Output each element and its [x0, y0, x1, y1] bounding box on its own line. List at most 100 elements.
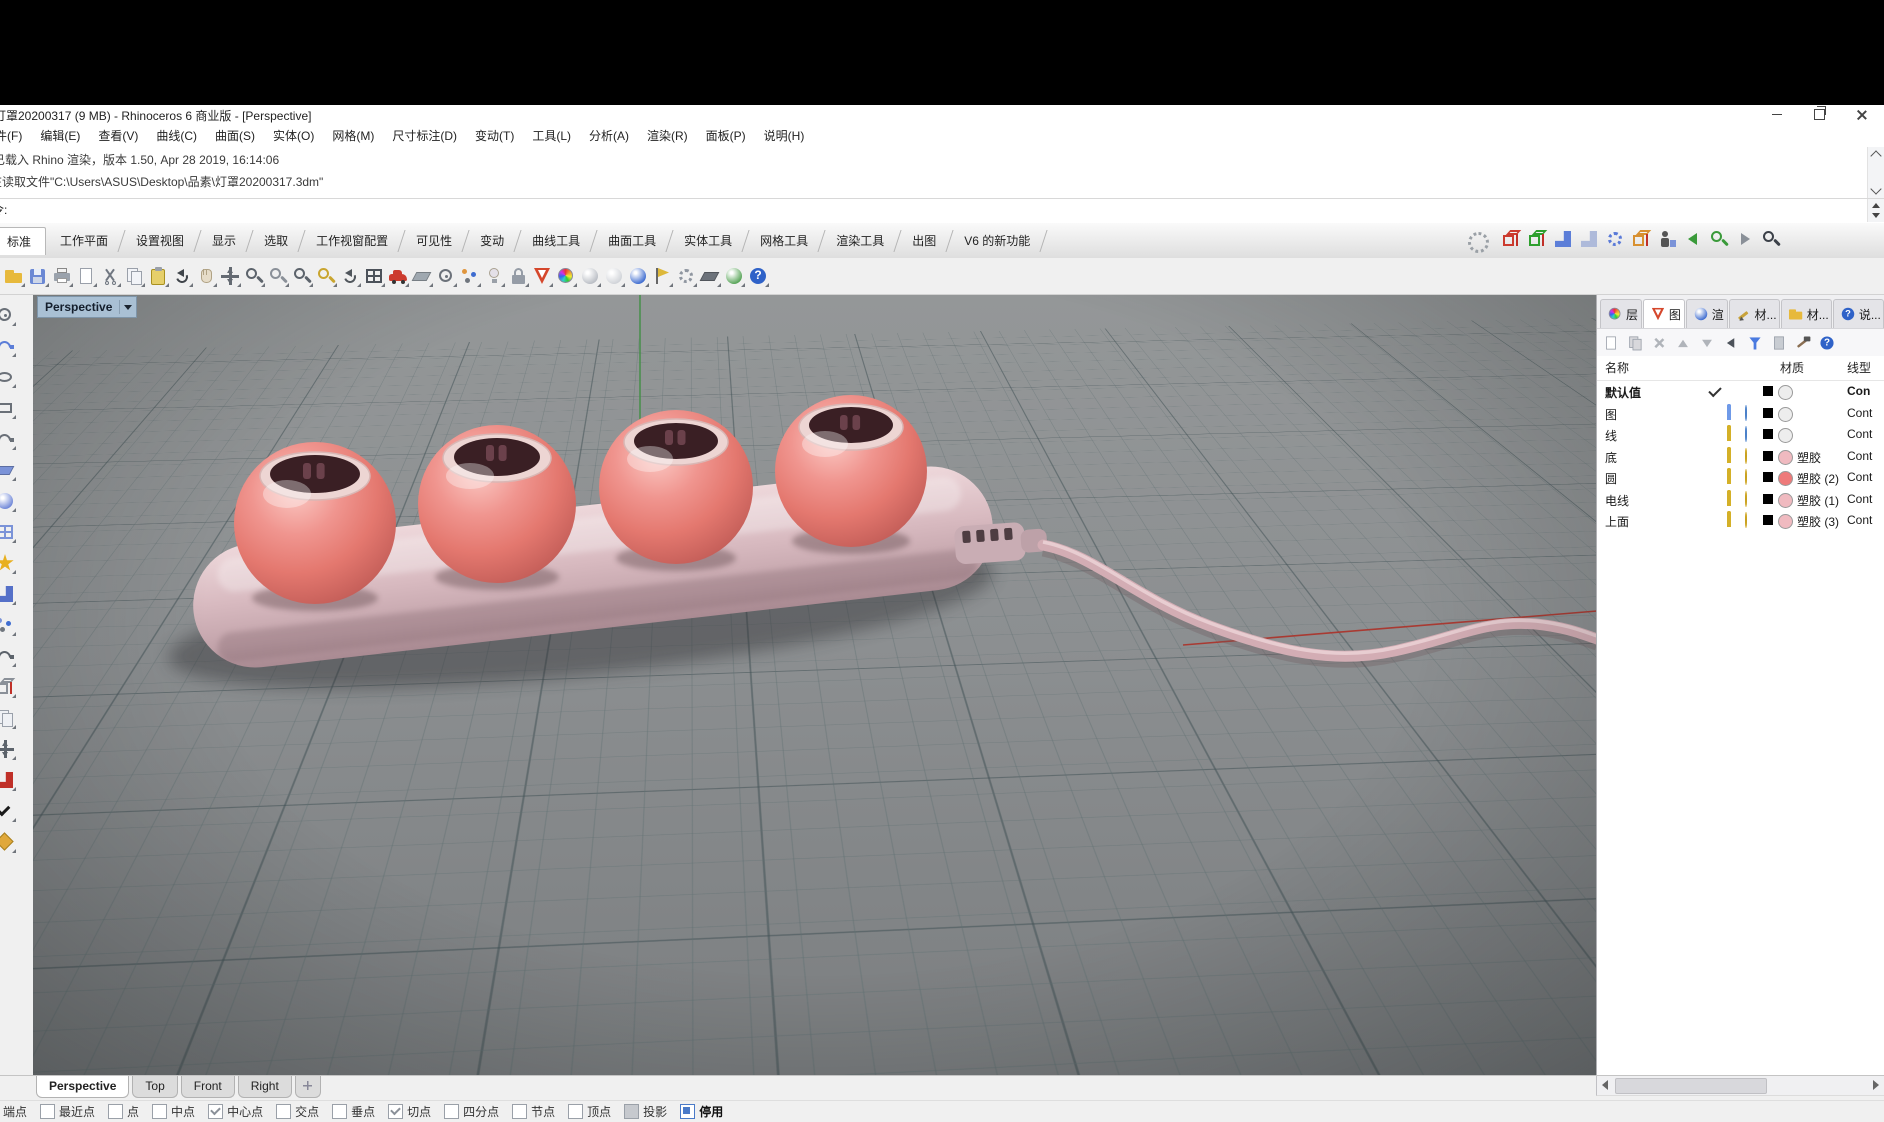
toolbar-tab[interactable]: 可见性 — [402, 227, 466, 255]
checkbox[interactable] — [208, 1104, 223, 1119]
checkbox[interactable] — [444, 1104, 459, 1119]
layer-report-icon[interactable] — [1770, 333, 1788, 351]
cut-icon[interactable] — [99, 265, 121, 287]
material-swatch[interactable] — [1778, 493, 1793, 508]
checkbox[interactable] — [512, 1104, 527, 1119]
material-swatch[interactable] — [1778, 407, 1793, 422]
arc-blend-icon[interactable] — [0, 428, 16, 450]
zoom-window-icon[interactable] — [291, 265, 313, 287]
named-views-icon[interactable] — [387, 265, 409, 287]
toolbar-tab[interactable]: 工作平面 — [46, 227, 122, 255]
osnap-垂点[interactable]: 垂点 — [332, 1103, 375, 1120]
menu-item[interactable]: 尺寸标注(D) — [383, 127, 466, 144]
menu-item[interactable]: 渲染(R) — [638, 127, 697, 144]
toolbar-tab[interactable]: 实体工具 — [670, 227, 746, 255]
menu-item[interactable]: 工具(L) — [523, 127, 580, 144]
layer-row[interactable]: 图Cont — [1597, 403, 1884, 425]
checkbox[interactable] — [388, 1104, 403, 1119]
toolbar-tab[interactable]: 标准 — [0, 227, 46, 255]
lock-icon[interactable] — [1727, 449, 1743, 465]
menu-item[interactable]: 说明(H) — [755, 127, 814, 144]
cplane-set-icon[interactable] — [0, 831, 16, 853]
toolbar-tab[interactable]: 选取 — [250, 227, 302, 255]
osnap-点[interactable]: 点 — [108, 1103, 139, 1120]
layer-row[interactable]: 线Cont — [1597, 424, 1884, 446]
toolbar-tab[interactable]: 显示 — [198, 227, 250, 255]
scale-icon[interactable] — [0, 676, 16, 698]
panel-tab[interactable]: 材... — [1729, 299, 1780, 328]
checkbox[interactable] — [276, 1104, 291, 1119]
bulb-icon[interactable] — [1745, 384, 1761, 400]
checkbox[interactable] — [152, 1104, 167, 1119]
viewport-tab-perspective[interactable]: Perspective — [36, 1076, 129, 1098]
play-forward-icon[interactable] — [1734, 228, 1756, 250]
layer-color-swatch[interactable] — [1763, 408, 1773, 418]
menu-item[interactable]: 查看(V) — [89, 127, 147, 144]
menu-item[interactable]: 网格(M) — [323, 127, 383, 144]
layer-row[interactable]: 默认值Con — [1597, 381, 1884, 403]
trim-icon[interactable] — [0, 583, 16, 605]
lock-icon[interactable] — [1727, 384, 1743, 400]
layer-row[interactable]: 电线塑胶 (1)Cont — [1597, 489, 1884, 511]
restore-button[interactable] — [1798, 105, 1840, 124]
viewport-tab-right[interactable]: Right — [238, 1076, 292, 1098]
zoom-dynamic-icon[interactable] — [243, 265, 265, 287]
bulb-icon[interactable] — [1745, 449, 1761, 465]
toolbar-tab[interactable]: 曲面工具 — [594, 227, 670, 255]
command-scrollbar[interactable] — [1867, 147, 1884, 198]
new-sublayer-icon[interactable] — [1626, 333, 1644, 351]
play-back-icon[interactable] — [1682, 228, 1704, 250]
minimize-button[interactable] — [1756, 105, 1798, 124]
panel-hscrollbar[interactable] — [1596, 1076, 1884, 1096]
print-icon[interactable] — [51, 265, 73, 287]
checkbox[interactable] — [624, 1104, 639, 1119]
osnap-端点[interactable]: 端点 — [0, 1103, 27, 1120]
options-icon[interactable] — [675, 265, 697, 287]
color-picker-icon[interactable] — [555, 265, 577, 287]
panel-tab[interactable]: 层 — [1600, 299, 1642, 328]
group-icon[interactable] — [0, 614, 16, 636]
viewport-tab-top[interactable]: Top — [132, 1076, 177, 1098]
menu-item[interactable]: 曲面(S) — [206, 127, 264, 144]
ghosted-view-icon[interactable] — [603, 265, 625, 287]
toolbar-tab[interactable]: 曲线工具 — [518, 227, 594, 255]
toolbar-tab[interactable]: 变动 — [466, 227, 518, 255]
pan-icon[interactable] — [195, 265, 217, 287]
align-dim-icon[interactable] — [699, 265, 721, 287]
layer-color-swatch[interactable] — [1763, 494, 1773, 504]
curve-icon[interactable] — [0, 335, 16, 357]
save-icon[interactable] — [27, 265, 49, 287]
extrude-icon[interactable] — [0, 738, 16, 760]
layer-row[interactable]: 上面塑胶 (3)Cont — [1597, 510, 1884, 532]
zoom-extents-icon[interactable] — [315, 265, 337, 287]
scrollbar-thumb[interactable] — [1615, 1078, 1767, 1094]
panel-tab[interactable]: 图 — [1643, 299, 1685, 328]
command-prompt[interactable]: 指令: — [0, 198, 1884, 225]
chevron-down-icon[interactable] — [120, 305, 136, 310]
lock-objects-icon[interactable] — [507, 265, 529, 287]
toolbar-tab[interactable]: V6 的新功能 — [950, 227, 1044, 255]
collapse-icon[interactable] — [1722, 333, 1740, 351]
point-icon[interactable] — [0, 304, 16, 326]
menu-item[interactable]: 面板(P) — [697, 127, 755, 144]
mesh-icon[interactable] — [0, 521, 16, 543]
open-box-icon[interactable] — [1630, 228, 1652, 250]
toolbar-tab[interactable]: 网格工具 — [746, 227, 822, 255]
mirror-icon[interactable] — [0, 707, 16, 729]
set-cplane-icon[interactable] — [411, 265, 433, 287]
menu-item[interactable]: 曲线(C) — [147, 127, 206, 144]
toolbar-tab[interactable]: 工作视窗配置 — [302, 227, 402, 255]
osnap-最近点[interactable]: 最近点 — [40, 1103, 95, 1120]
earth-anchor-icon[interactable] — [723, 265, 745, 287]
close-button[interactable] — [1840, 105, 1882, 124]
prompt-spinner[interactable] — [1867, 199, 1884, 222]
scroll-up-icon[interactable] — [1870, 150, 1881, 161]
lock-icon[interactable] — [1727, 513, 1743, 529]
checkbox[interactable] — [332, 1104, 347, 1119]
explode-icon[interactable] — [0, 552, 16, 574]
bulb-icon[interactable] — [1745, 492, 1761, 508]
ellipse-icon[interactable] — [0, 366, 16, 388]
menu-item[interactable]: 分析(A) — [580, 127, 638, 144]
panel-help-icon[interactable]: ? — [1818, 333, 1836, 351]
layer-color-swatch[interactable] — [1763, 472, 1773, 482]
